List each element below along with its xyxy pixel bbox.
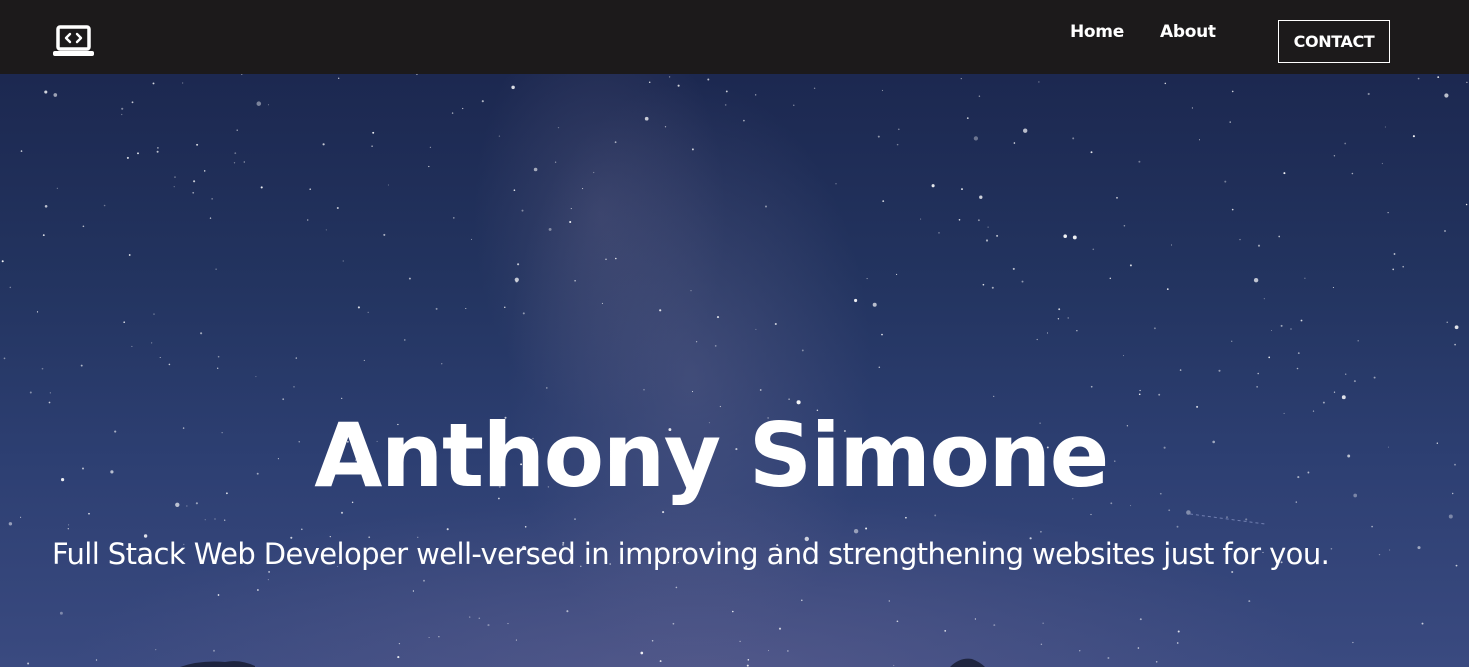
hero-subtitle: Full Stack Web Developer well-versed in … [52,537,1330,571]
nav-link-home[interactable]: Home [1070,22,1124,42]
logo-laptop-code-icon[interactable] [52,24,96,60]
page: Home About CONTACT Anthony Simone Full S… [0,0,1469,667]
hills-silhouette [180,513,1266,667]
nav-link-about[interactable]: About [1160,22,1216,42]
hero-title: Anthony Simone [314,404,1109,507]
navbar: Home About CONTACT [0,0,1469,74]
contact-button[interactable]: CONTACT [1278,20,1390,63]
hero-section: Anthony Simone Full Stack Web Developer … [0,74,1469,667]
